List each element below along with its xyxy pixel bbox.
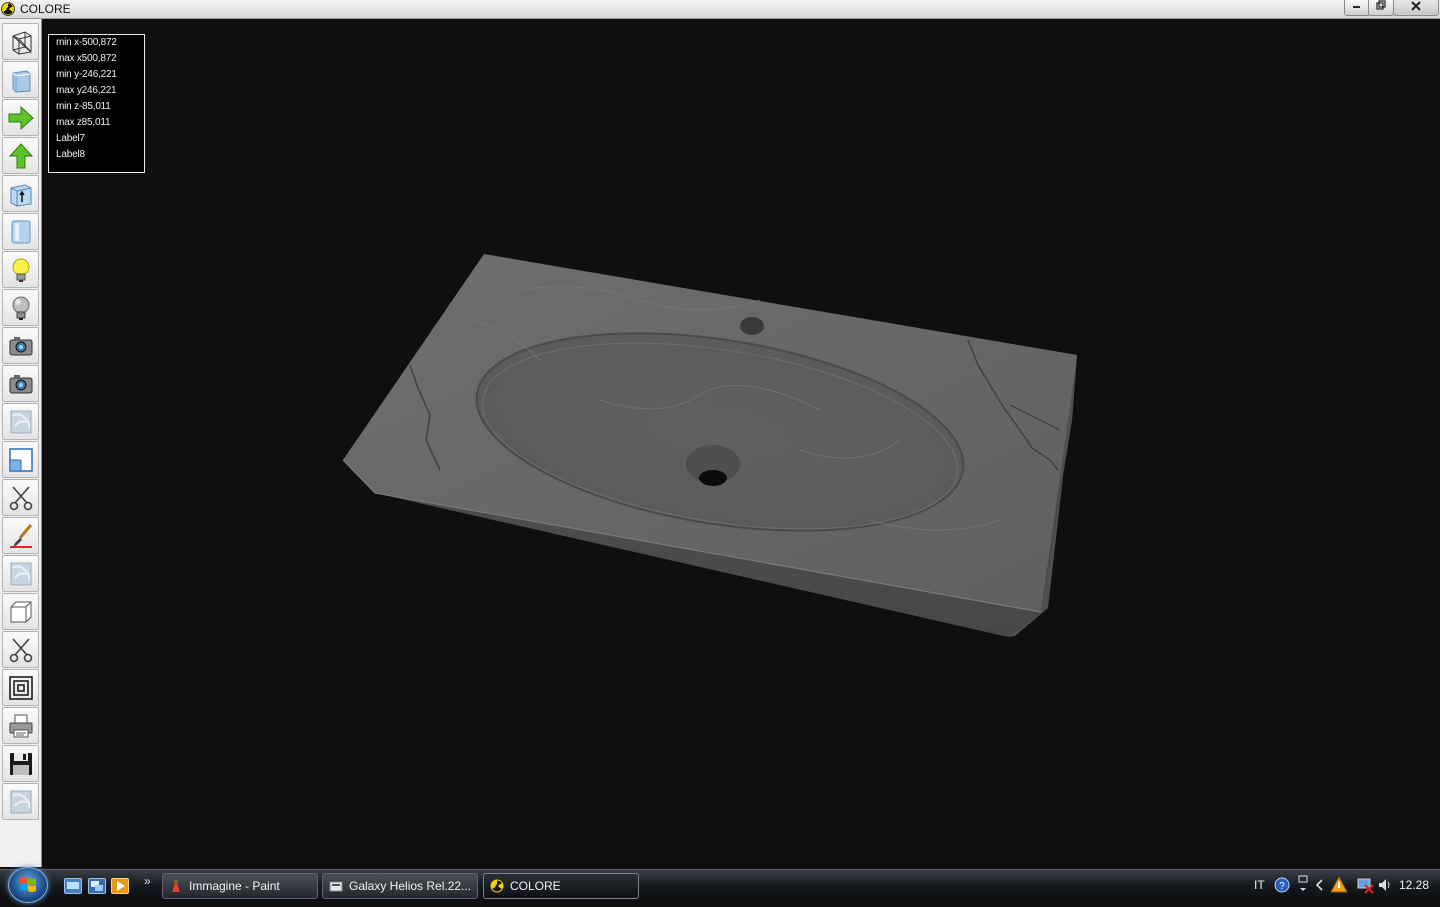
show-desktop-button[interactable] (64, 878, 82, 894)
texture-alt-icon (10, 562, 31, 585)
cut-alt-button[interactable] (2, 631, 39, 668)
task-galaxy-helios[interactable]: Galaxy Helios Rel.22... (322, 873, 478, 899)
volume-icon[interactable] (1377, 877, 1393, 893)
switch-windows-icon (91, 881, 103, 891)
start-button[interactable] (8, 867, 48, 903)
show-hidden-icons-icon[interactable] (1315, 879, 1325, 891)
box-button[interactable] (2, 593, 39, 630)
floppy-disk-icon (9, 752, 32, 775)
min-y-label: min y-246,221 (56, 69, 117, 80)
window-view-button[interactable] (2, 441, 39, 478)
label8: Label8 (56, 149, 85, 160)
cylinder-icon (11, 220, 30, 243)
switch-windows-button[interactable] (88, 878, 106, 894)
arrow-right-icon (8, 105, 34, 130)
texture-alt-button[interactable] (2, 555, 39, 592)
box-icon (10, 601, 31, 622)
task-label: Galaxy Helios Rel.22... (349, 879, 472, 893)
print-button[interactable] (2, 707, 39, 744)
wireframe-view-button[interactable] (2, 23, 39, 60)
paint-button[interactable] (2, 517, 39, 554)
texture-button[interactable] (2, 403, 39, 440)
solid-cube-icon (12, 69, 30, 93)
restore-icon (1376, 0, 1386, 10)
max-z-label: max z85,011 (56, 117, 111, 128)
close-icon (1411, 1, 1421, 11)
min-z-label: min z-85,011 (56, 101, 111, 112)
svg-text:?: ? (1279, 881, 1285, 892)
task-paint[interactable]: Immagine - Paint (162, 873, 318, 899)
printer-icon (9, 714, 32, 737)
paint-icon (172, 880, 180, 892)
light-on-button[interactable] (2, 251, 39, 288)
scissors-icon (9, 485, 32, 510)
window-title-bar: COLORE (0, 0, 1440, 19)
media-player-button[interactable] (111, 878, 129, 894)
max-x-label: max x500,872 (56, 53, 117, 64)
nested-squares-icon (8, 675, 33, 700)
max-y-label: max y246,221 (56, 85, 117, 96)
quicklaunch-more[interactable]: » (144, 874, 151, 888)
cube-select-button[interactable] (2, 175, 39, 212)
media-player-icon (117, 881, 125, 891)
bounding-box-info-panel: min x-500,872 max x500,872 min y-246,221… (48, 34, 145, 173)
camera-alt-button[interactable] (2, 365, 39, 402)
tool-palette (0, 19, 42, 867)
radiation-icon (490, 879, 504, 893)
scissors-alt-icon (9, 637, 32, 662)
texture-third-button[interactable] (2, 783, 39, 820)
min-x-label: min x-500,872 (56, 37, 117, 48)
texture-icon (10, 410, 31, 433)
task-label: Immagine - Paint (189, 879, 280, 893)
window-title: COLORE (20, 2, 71, 16)
minimize-icon (1353, 6, 1360, 8)
clock[interactable]: 12.28 (1399, 870, 1429, 901)
language-bar-options-icon[interactable] (1297, 874, 1309, 894)
arrow-up-icon (8, 142, 33, 168)
move-up-button[interactable] (2, 137, 39, 174)
taskbar: » Immagine - Paint Galaxy Helios Rel.22.… (0, 867, 1440, 903)
move-right-button[interactable] (2, 99, 39, 136)
help-icon[interactable]: ? (1274, 877, 1290, 893)
folder-icon (329, 881, 343, 892)
language-indicator[interactable]: IT (1254, 870, 1265, 901)
3d-viewport[interactable] (42, 19, 1440, 867)
cylinder-button[interactable] (2, 213, 39, 250)
frame-button[interactable] (2, 669, 39, 706)
restore-button[interactable] (1368, 0, 1394, 16)
light-off-button[interactable] (2, 289, 39, 326)
close-button[interactable] (1393, 0, 1439, 16)
show-desktop-icon (67, 882, 79, 889)
cube-pointer-icon (10, 183, 31, 207)
camera-icon (9, 336, 32, 355)
windows-start-icon (20, 877, 36, 892)
task-colore[interactable]: COLORE (483, 873, 639, 899)
texture-third-icon (10, 790, 31, 813)
light-bulb-off-icon (12, 296, 29, 320)
task-label: COLORE (510, 879, 561, 893)
update-icon[interactable] (1330, 876, 1348, 894)
camera-alt-icon (9, 374, 32, 393)
window-icon (8, 447, 33, 472)
light-bulb-on-icon (12, 258, 29, 282)
save-button[interactable] (2, 745, 39, 782)
radiation-icon (1, 2, 15, 16)
brush-icon (9, 523, 32, 548)
solid-view-button[interactable] (2, 61, 39, 98)
wireframe-cube-icon (12, 30, 31, 55)
label7: Label7 (56, 133, 85, 144)
cut-button[interactable] (2, 479, 39, 516)
camera-button[interactable] (2, 327, 39, 364)
minimize-button[interactable] (1344, 0, 1370, 16)
network-icon[interactable] (1356, 876, 1374, 894)
